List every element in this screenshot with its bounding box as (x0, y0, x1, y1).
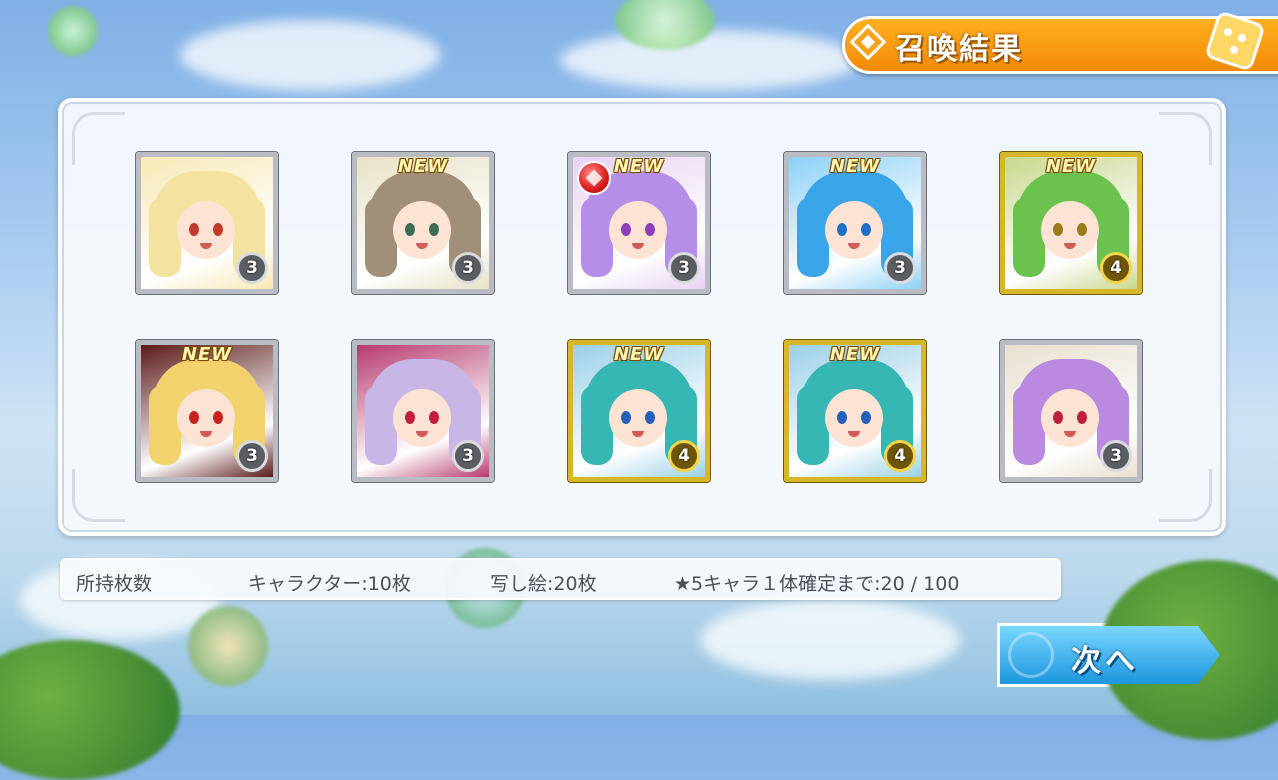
character-face (1041, 201, 1099, 259)
character-card[interactable]: NEW 3 (352, 152, 494, 294)
character-eye (837, 411, 847, 424)
character-eye (861, 411, 871, 424)
character-card[interactable]: NEW 4 (568, 340, 710, 482)
character-card[interactable]: NEW 3 (136, 340, 278, 482)
inventory-label: 所持枚数 (76, 573, 153, 595)
character-face (393, 201, 451, 259)
rarity-badge: 3 (884, 252, 916, 284)
rarity-badge: 4 (668, 440, 700, 472)
character-eye (189, 223, 199, 236)
character-face (609, 389, 667, 447)
character-eye (213, 223, 223, 236)
inventory-info-bar: 所持枚数 キャラクター:10枚 写し絵:20枚 ★5キャラ１体確定まで:20 /… (60, 558, 1061, 600)
new-badge: NEW (613, 156, 665, 177)
character-eye (189, 411, 199, 424)
guarantee-progress: ★5キャラ１体確定まで:20 / 100 (674, 573, 960, 595)
panel-corner-ornament (72, 112, 125, 165)
character-eye (405, 411, 415, 424)
character-eye (405, 223, 415, 236)
character-eye (621, 223, 631, 236)
rarity-badge: 3 (1100, 440, 1132, 472)
character-face (393, 389, 451, 447)
character-eye (1077, 223, 1087, 236)
dice-icon (1206, 12, 1264, 70)
character-mouth (848, 243, 860, 249)
panel-corner-ornament (72, 469, 125, 522)
character-card[interactable]: 3 (352, 340, 494, 482)
next-button-label: 次へ (1071, 644, 1139, 679)
character-mouth (416, 431, 428, 437)
new-badge: NEW (829, 344, 881, 365)
new-badge: NEW (397, 156, 449, 177)
character-face (177, 389, 235, 447)
picture-count: 写し絵:20枚 (490, 573, 597, 595)
character-eye (837, 223, 847, 236)
character-face (177, 201, 235, 259)
character-eye (1053, 411, 1063, 424)
rarity-badge: 3 (452, 252, 484, 284)
character-mouth (632, 431, 644, 437)
rarity-badge: 3 (236, 440, 268, 472)
rarity-badge: 3 (452, 440, 484, 472)
character-face (825, 201, 883, 259)
character-card[interactable]: NEW 3 (784, 152, 926, 294)
page-title: 召喚結果 (895, 32, 1023, 67)
rarity-badge: 3 (236, 252, 268, 284)
character-eye (645, 411, 655, 424)
panel-corner-ornament (1159, 112, 1212, 165)
new-badge: NEW (613, 344, 665, 365)
character-mouth (848, 431, 860, 437)
rarity-badge: 4 (1100, 252, 1132, 284)
new-badge: NEW (181, 344, 233, 365)
results-panel: 3 NEW 3 NEW 3 NEW 3 NEW 4 NEW 3 3 NEW 4 NEW 4 3 (58, 98, 1226, 536)
character-eye (645, 223, 655, 236)
character-card[interactable]: NEW 4 (784, 340, 926, 482)
character-face (1041, 389, 1099, 447)
character-mouth (200, 243, 212, 249)
character-mouth (416, 243, 428, 249)
rarity-badge: 4 (884, 440, 916, 472)
character-mouth (1064, 243, 1076, 249)
character-eye (429, 223, 439, 236)
diamond-icon (849, 23, 887, 61)
new-badge: NEW (1045, 156, 1097, 177)
character-card[interactable]: NEW 3 (568, 152, 710, 294)
panel-corner-ornament (1159, 469, 1212, 522)
character-eye (1053, 223, 1063, 236)
character-mouth (200, 431, 212, 437)
character-eye (1077, 411, 1087, 424)
character-eye (621, 411, 631, 424)
new-badge: NEW (829, 156, 881, 177)
next-button[interactable]: 次へ (997, 623, 1223, 687)
character-count: キャラクター:10枚 (248, 573, 411, 595)
character-card[interactable]: NEW 4 (1000, 152, 1142, 294)
character-eye (861, 223, 871, 236)
character-eye (213, 411, 223, 424)
character-mouth (632, 243, 644, 249)
character-face (825, 389, 883, 447)
character-mouth (1064, 431, 1076, 437)
character-card[interactable]: 3 (1000, 340, 1142, 482)
character-eye (429, 411, 439, 424)
character-card[interactable]: 3 (136, 152, 278, 294)
character-face (609, 201, 667, 259)
rarity-badge: 3 (668, 252, 700, 284)
